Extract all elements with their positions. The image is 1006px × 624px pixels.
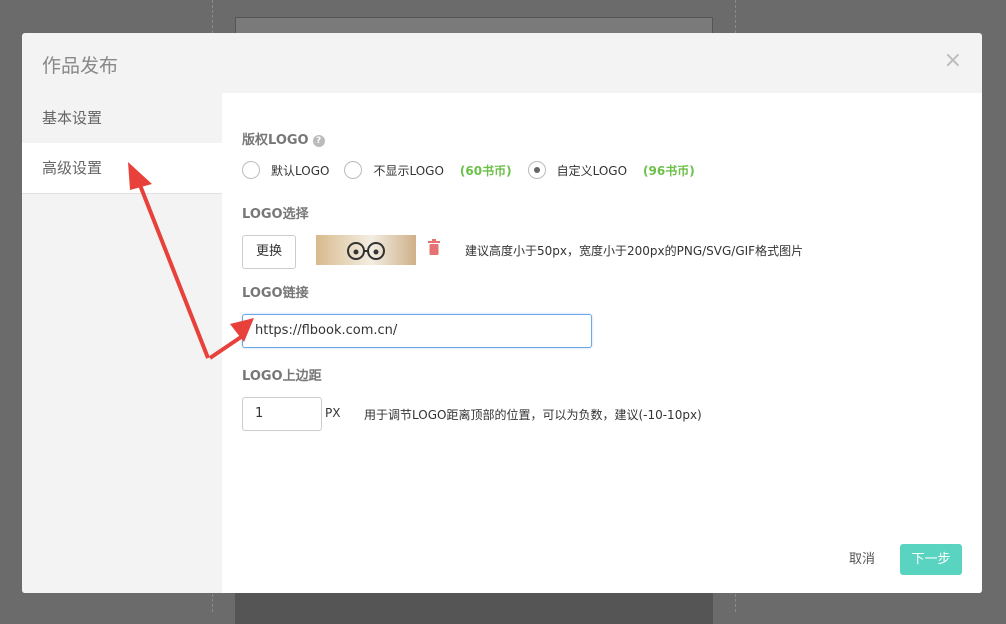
radio-custom-logo[interactable] bbox=[527, 161, 546, 179]
copyright-logo-label: 版权LOGO? bbox=[242, 129, 325, 148]
trash-icon[interactable] bbox=[428, 239, 440, 255]
help-icon[interactable]: ? bbox=[312, 135, 325, 147]
radio-default-logo[interactable] bbox=[242, 161, 260, 179]
logo-link-input[interactable]: https://flbook.com.cn/ bbox=[242, 314, 592, 348]
close-icon[interactable]: × bbox=[944, 49, 962, 73]
logo-margin-hint: 用于调节LOGO距离顶部的位置，可以为负数，建议(-10-10px) bbox=[364, 408, 702, 422]
logo-margin-unit: PX bbox=[325, 406, 341, 420]
logo-select-label: LOGO选择 bbox=[242, 207, 309, 222]
option-custom-logo-price: (96书币) bbox=[643, 163, 695, 178]
logo-option-group: 默认LOGO 不显示LOGO (60书币) 自定义LOGO (96书币) bbox=[242, 161, 711, 179]
publish-dialog: 作品发布 × 基本设置 高级设置 版权LOGO? 默认LOGO 不显示LOGO … bbox=[22, 33, 982, 593]
option-hide-logo-label: 不显示LOGO bbox=[373, 163, 444, 178]
logo-margin-label: LOGO上边距 bbox=[242, 369, 322, 384]
settings-content: 版权LOGO? 默认LOGO 不显示LOGO (60书币) 自定义LOGO (9… bbox=[222, 93, 982, 593]
dialog-title: 作品发布 bbox=[42, 55, 119, 77]
option-hide-logo-price: (60书币) bbox=[459, 163, 512, 178]
sidebar-item-basic[interactable]: 基本设置 bbox=[22, 93, 222, 143]
cancel-button[interactable]: 取消 bbox=[842, 545, 882, 575]
dialog-header: 作品发布 × bbox=[22, 33, 982, 93]
glasses-image bbox=[347, 242, 385, 260]
logo-size-hint: 建议高度小于50px，宽度小于200px的PNG/SVG/GIF格式图片 bbox=[465, 244, 804, 258]
radio-hide-logo[interactable] bbox=[344, 161, 363, 179]
logo-link-label: LOGO链接 bbox=[242, 286, 309, 301]
copyright-logo-label-text: 版权LOGO bbox=[242, 133, 309, 148]
settings-sidebar: 基本设置 高级设置 bbox=[22, 93, 222, 593]
change-logo-button[interactable]: 更换 bbox=[242, 235, 296, 269]
option-default-logo-label: 默认LOGO bbox=[271, 163, 330, 178]
logo-thumbnail bbox=[316, 235, 416, 265]
sidebar-item-advanced[interactable]: 高级设置 bbox=[22, 143, 222, 194]
next-step-button[interactable]: 下一步 bbox=[900, 544, 962, 575]
logo-margin-input[interactable]: 1 bbox=[242, 397, 322, 431]
background-page bbox=[235, 592, 713, 624]
option-custom-logo-label: 自定义LOGO bbox=[556, 163, 628, 178]
